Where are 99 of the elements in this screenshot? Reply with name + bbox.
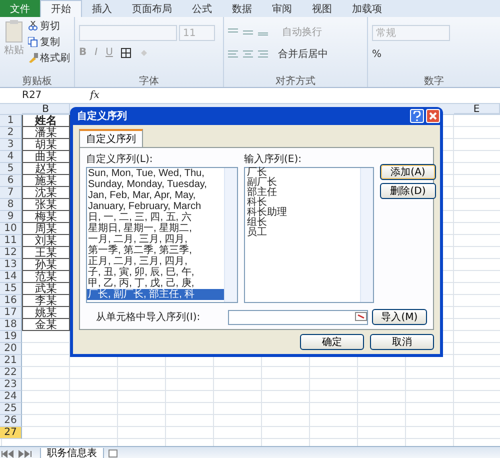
row-number[interactable]: 21 xyxy=(0,355,22,367)
row-number[interactable]: 22 xyxy=(0,367,22,379)
close-button[interactable] xyxy=(426,109,440,123)
list-item[interactable]: Sun, Mon, Tue, Wed, Thu, xyxy=(87,168,224,179)
list-item[interactable]: 日, 一, 二, 三, 四, 五, 六 xyxy=(87,212,224,223)
entry-line: 副厂长 xyxy=(246,178,278,188)
list-item[interactable]: 子, 丑, 寅, 卯, 辰, 巳, 午, xyxy=(87,267,224,278)
percent-button[interactable]: % xyxy=(372,49,496,60)
row-number[interactable]: 17 xyxy=(0,307,22,319)
row-number[interactable]: 23 xyxy=(0,379,22,391)
align-left-icon xyxy=(228,50,268,58)
copy-button[interactable]: 复制 xyxy=(28,35,70,49)
copy-icon xyxy=(28,37,38,47)
row-number[interactable]: 18 xyxy=(0,319,22,331)
column-header[interactable]: E xyxy=(454,104,500,114)
scissors-icon xyxy=(28,21,38,31)
ribbon-tab[interactable]: 审阅 xyxy=(262,0,302,17)
row-number[interactable]: 25 xyxy=(0,403,22,415)
help-button[interactable] xyxy=(410,109,424,123)
row-number[interactable]: 7 xyxy=(0,187,22,199)
close-icon xyxy=(429,112,437,120)
scrollbar[interactable] xyxy=(360,168,373,302)
row-number[interactable]: 15 xyxy=(0,283,22,295)
group-label: 数字 xyxy=(423,74,445,87)
list-item[interactable]: 正月, 二月, 三月, 四月, xyxy=(87,256,224,267)
row-number[interactable]: 13 xyxy=(0,259,22,271)
dialog-tab[interactable]: 自定义序列 xyxy=(79,129,143,147)
group-label: 对齐方式 xyxy=(274,74,316,87)
entry-line: 部主任 xyxy=(246,188,278,198)
field-label: 从单元格中导入序列(I): xyxy=(95,310,202,324)
ribbon-tab[interactable]: 视图 xyxy=(302,0,342,17)
field-label: 自定义序列(L): xyxy=(86,152,154,166)
entry-line: 厂长 xyxy=(246,168,267,178)
row-number[interactable]: 6 xyxy=(0,175,22,187)
ribbon-tab[interactable]: 页面布局 xyxy=(122,0,182,17)
row-number[interactable]: 3 xyxy=(0,139,22,151)
row-number[interactable]: 5 xyxy=(0,163,22,175)
entry-line: 科长助理 xyxy=(246,208,287,218)
row-number[interactable]: 16 xyxy=(0,295,22,307)
merge-center-button[interactable]: 合并后居中 xyxy=(278,47,328,61)
row-number[interactable]: 19 xyxy=(0,331,22,343)
row-number[interactable]: 20 xyxy=(0,343,22,355)
sheet-tab[interactable]: 职务信息表 xyxy=(40,448,104,458)
ok-button[interactable]: 确定 xyxy=(300,334,364,350)
row-number[interactable]: 24 xyxy=(0,391,22,403)
dialog-title: 自定义序列 xyxy=(77,109,128,123)
row-number[interactable]: 2 xyxy=(0,127,22,139)
list-item[interactable]: Sunday, Monday, Tuesday, xyxy=(87,179,224,190)
cancel-button[interactable]: 取消 xyxy=(370,334,434,350)
list-item[interactable]: 一月, 二月, 三月, 四月, xyxy=(87,234,224,245)
row-number[interactable]: 10 xyxy=(0,223,22,235)
ribbon-tab[interactable]: 加载项 xyxy=(342,0,392,17)
list-entries-field[interactable]: 厂长 副厂长 部主任 科长 科长助理 组长 员工 xyxy=(244,167,374,303)
row-number[interactable]: 9 xyxy=(0,211,22,223)
font-name-field[interactable] xyxy=(79,25,177,41)
list-item[interactable]: 星期日, 星期一, 星期二, xyxy=(87,223,224,234)
fill-color-icon xyxy=(138,48,149,58)
brush-icon xyxy=(28,53,38,63)
row-number[interactable]: 12 xyxy=(0,247,22,259)
cut-button[interactable]: 剪切 xyxy=(28,19,70,33)
import-range-field[interactable] xyxy=(228,310,368,324)
list-item[interactable]: 厂长, 副厂长, 部主任, 科 xyxy=(87,289,224,300)
row-number[interactable]: 14 xyxy=(0,271,22,283)
row-number[interactable]: 26 xyxy=(0,415,22,427)
ribbon-tab[interactable]: 插入 xyxy=(82,0,122,17)
list-item[interactable]: 第一季, 第二季, 第三季, xyxy=(87,245,224,256)
list-item[interactable]: Jan, Feb, Mar, Apr, May, xyxy=(87,190,224,201)
column-header[interactable]: B xyxy=(22,104,70,114)
function-button[interactable]: fx xyxy=(90,90,100,101)
field-label: 输入序列(E): xyxy=(244,152,302,166)
row-number[interactable]: 27 xyxy=(0,427,22,439)
import-button[interactable]: 导入(M) xyxy=(372,309,427,325)
new-sheet-icon xyxy=(108,449,120,458)
range-picker-icon xyxy=(354,310,367,322)
format-painter-button[interactable]: 格式刷 xyxy=(28,51,70,65)
row-number[interactable]: 8 xyxy=(0,199,22,211)
ribbon-tab[interactable]: 公式 xyxy=(182,0,222,17)
scrollbar[interactable] xyxy=(224,168,237,302)
row-number[interactable]: 1 xyxy=(0,115,22,127)
group-label: 字体 xyxy=(138,74,160,87)
border-icon xyxy=(120,48,131,58)
add-button[interactable]: 添加(A) xyxy=(380,164,436,180)
entry-line: 科长 xyxy=(246,198,267,208)
entry-line: 组长 xyxy=(246,218,268,228)
row-number[interactable]: 11 xyxy=(0,235,22,247)
group-label: 剪贴板 xyxy=(21,74,53,87)
help-icon xyxy=(413,111,421,121)
ribbon-tab[interactable]: 开始 xyxy=(40,0,82,17)
name-box[interactable]: R27 xyxy=(0,90,84,101)
clipboard-icon xyxy=(4,19,24,43)
ribbon-tab[interactable]: 数据 xyxy=(222,0,262,17)
custom-lists-box[interactable] xyxy=(86,167,238,303)
list-item[interactable]: January, February, March xyxy=(87,201,224,212)
delete-button[interactable]: 删除(D) xyxy=(380,183,436,199)
row-number[interactable]: 4 xyxy=(0,151,22,163)
file-tab[interactable]: 文件 xyxy=(0,0,40,17)
list-item[interactable]: 甲, 乙, 丙, 丁, 戊, 己, 庚, xyxy=(87,278,224,289)
align-top-icon xyxy=(228,28,268,36)
entry-line: 员工 xyxy=(246,228,268,238)
